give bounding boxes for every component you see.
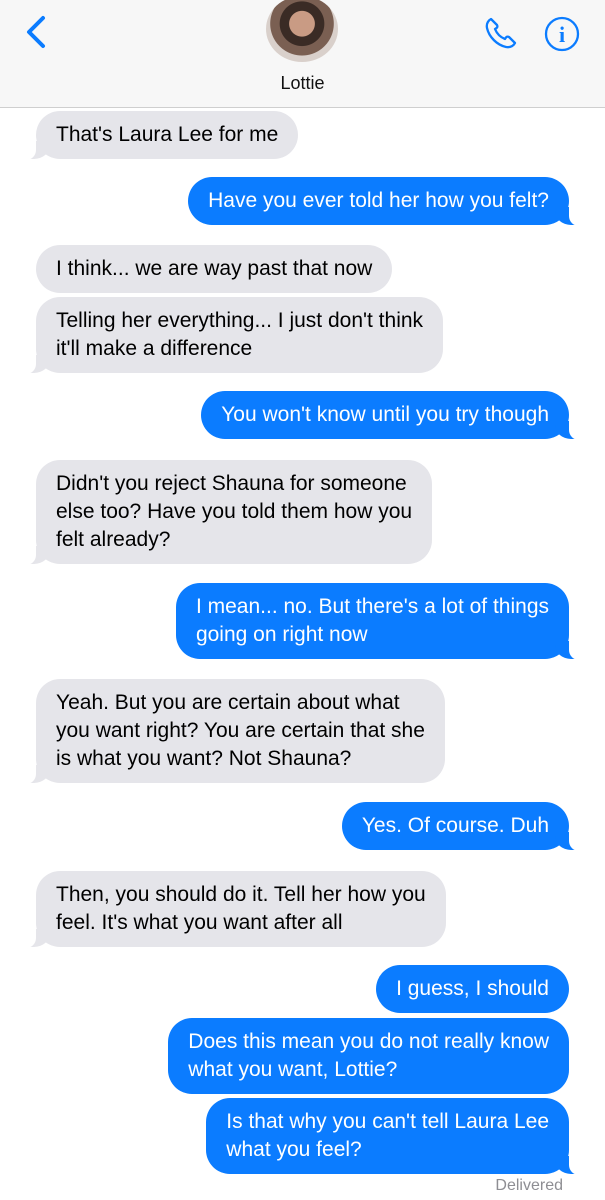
message-bubble-incoming[interactable]: I think... we are way past that now [36, 245, 393, 293]
chevron-left-icon[interactable] [18, 12, 58, 52]
phone-icon[interactable] [480, 14, 520, 54]
message-bubble-outgoing[interactable]: I guess, I should [376, 965, 569, 1013]
message-bubble-outgoing[interactable]: Have you ever told her how you felt? [188, 177, 581, 226]
contact-name[interactable]: Lottie [0, 73, 605, 94]
conversation-header: Lottie i [0, 0, 605, 108]
message-bubble-incoming[interactable]: Then, you should do it. Tell her how you… [24, 871, 446, 948]
message-bubble-outgoing[interactable]: I mean... no. But there's a lot of thing… [175, 583, 582, 660]
message-bubble-outgoing[interactable]: Does this mean you do not really know wh… [168, 1018, 569, 1094]
message-bubble-outgoing[interactable]: Yes. Of course. Duh [341, 802, 582, 851]
message-bubble-incoming[interactable]: Telling her everything... I just don't t… [23, 297, 444, 374]
info-icon[interactable]: i [542, 14, 582, 54]
message-bubble-outgoing[interactable]: Is that why you can't tell Laura Lee wha… [206, 1098, 581, 1175]
message-bubble-incoming[interactable]: Yeah. But you are certain about what you… [24, 679, 445, 784]
message-bubble-incoming[interactable]: Didn't you reject Shauna for someone els… [23, 460, 433, 565]
svg-text:i: i [559, 22, 565, 47]
contact-avatar[interactable] [266, 0, 338, 62]
delivery-status: Delivered [495, 1177, 563, 1194]
message-bubble-outgoing[interactable]: You won't know until you try though [201, 391, 581, 440]
message-bubble-incoming[interactable]: That's Laura Lee for me [23, 111, 299, 160]
